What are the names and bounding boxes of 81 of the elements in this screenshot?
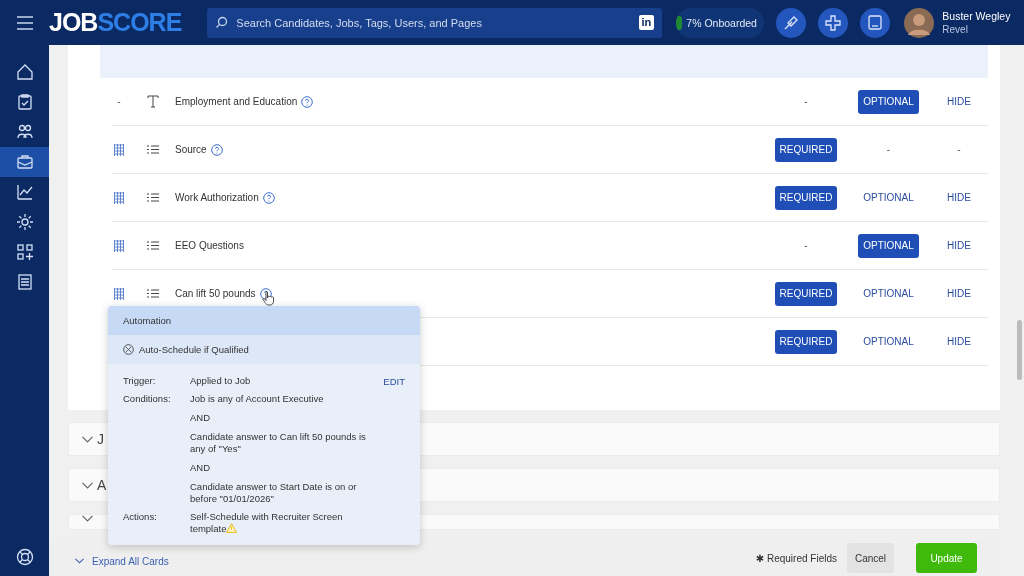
user-name: Buster Wegley bbox=[942, 10, 1011, 22]
onboarding-progress[interactable]: 7% Onboarded bbox=[676, 7, 765, 38]
list-type-icon bbox=[147, 193, 159, 202]
inbox-button[interactable] bbox=[860, 7, 891, 38]
help-icon[interactable] bbox=[301, 95, 314, 108]
required-option[interactable]: REQUIRED bbox=[774, 137, 838, 162]
plus-icon bbox=[824, 13, 843, 32]
field-label: Employment and Education bbox=[175, 96, 298, 107]
linkedin-button[interactable]: in bbox=[638, 15, 655, 30]
hide-option[interactable]: HIDE bbox=[942, 89, 976, 114]
text-type-icon bbox=[147, 95, 159, 108]
menu-icon bbox=[15, 15, 34, 30]
field-label: Can lift 50 pounds bbox=[175, 288, 256, 299]
handle-dash: - bbox=[117, 96, 121, 107]
logo: JOBSCORE bbox=[49, 8, 182, 37]
avatar[interactable] bbox=[904, 7, 935, 38]
clipboard-icon bbox=[15, 93, 34, 111]
search-field[interactable]: Search Candidates, Jobs, Tags, Users, and Pages in bbox=[207, 7, 663, 38]
drag-handle-icon[interactable] bbox=[114, 287, 124, 300]
optional-option[interactable]: OPTIONAL bbox=[858, 89, 919, 114]
onboarding-label: 7% Onboarded bbox=[686, 16, 757, 29]
unavailable-dash: - bbox=[886, 144, 891, 155]
optional-option[interactable]: OPTIONAL bbox=[858, 233, 919, 258]
list-type-icon bbox=[147, 241, 159, 250]
automation-icon bbox=[123, 344, 134, 355]
unavailable-dash: - bbox=[804, 240, 808, 251]
drag-handle-icon[interactable] bbox=[114, 239, 124, 252]
unavailable-dash: - bbox=[957, 144, 961, 155]
hide-option[interactable]: HIDE bbox=[942, 185, 976, 210]
hide-option[interactable]: HIDE bbox=[942, 233, 976, 258]
list-type-icon bbox=[147, 145, 159, 154]
sidebar-item[interactable] bbox=[0, 147, 49, 177]
card-title: A bbox=[97, 477, 107, 493]
rule-name: Auto-Schedule if Qualified bbox=[139, 344, 249, 355]
chart-icon bbox=[15, 183, 34, 201]
add-button[interactable] bbox=[818, 7, 849, 38]
home-icon bbox=[15, 63, 34, 81]
settings-icon bbox=[15, 213, 34, 231]
section-label: Trigger: bbox=[123, 375, 157, 387]
rule-text: AND bbox=[190, 412, 212, 424]
optional-option[interactable]: OPTIONAL bbox=[858, 185, 919, 210]
scrollbar-thumb[interactable] bbox=[1017, 320, 1022, 380]
rule-text: Candidate answer to Can lift 50 pounds is any of "Yes" bbox=[190, 431, 367, 455]
hide-option[interactable]: HIDE bbox=[942, 329, 976, 354]
search-icon bbox=[215, 16, 229, 29]
rule-text: Candidate answer to Start Date is on or before "01/01/2026" bbox=[190, 481, 358, 505]
field-label: Work Authorization bbox=[175, 192, 259, 203]
apps-icon bbox=[15, 243, 34, 261]
inbox-icon bbox=[866, 13, 885, 32]
rule-text: Job is any of Account Executive bbox=[190, 393, 325, 405]
popover-title: Automation bbox=[108, 306, 420, 335]
required-option[interactable]: REQUIRED bbox=[774, 281, 838, 306]
chevron-down-icon bbox=[75, 558, 84, 564]
section-label: Conditions: bbox=[123, 393, 172, 406]
unavailable-dash: - bbox=[804, 96, 808, 107]
lifebuoy-icon bbox=[15, 548, 34, 566]
cancel-button[interactable]: Cancel bbox=[847, 543, 894, 573]
list-icon bbox=[15, 273, 34, 291]
help-icon[interactable] bbox=[210, 143, 223, 156]
rule-text: Self-Schedule with Recruiter Screen template bbox=[190, 511, 344, 535]
expand-all-link[interactable]: Expand All Cards bbox=[75, 555, 169, 567]
required-fields-note: ✱ Required Fields bbox=[755, 552, 837, 564]
drag-handle-icon[interactable] bbox=[114, 143, 124, 156]
drag-handle-icon[interactable] bbox=[114, 191, 124, 204]
required-option[interactable]: REQUIRED bbox=[774, 185, 838, 210]
help-icon[interactable] bbox=[262, 191, 275, 204]
optional-option[interactable]: OPTIONAL bbox=[858, 329, 919, 354]
field-label: Source bbox=[175, 144, 207, 155]
optional-option[interactable]: OPTIONAL bbox=[858, 281, 919, 306]
edit-link[interactable]: EDIT bbox=[383, 375, 405, 387]
rule-text: Applied to Job bbox=[190, 375, 252, 387]
card-title: J bbox=[97, 431, 104, 447]
list-type-icon bbox=[147, 289, 159, 298]
field-label: EEO Questions bbox=[175, 240, 244, 251]
required-option[interactable]: REQUIRED bbox=[774, 329, 838, 354]
tools-button[interactable] bbox=[776, 7, 807, 38]
organization-name: Revel bbox=[942, 24, 969, 35]
people-icon bbox=[15, 123, 34, 141]
section-label: Actions: bbox=[123, 511, 158, 524]
briefcase-icon bbox=[15, 153, 34, 171]
hide-option[interactable]: HIDE bbox=[942, 281, 976, 306]
